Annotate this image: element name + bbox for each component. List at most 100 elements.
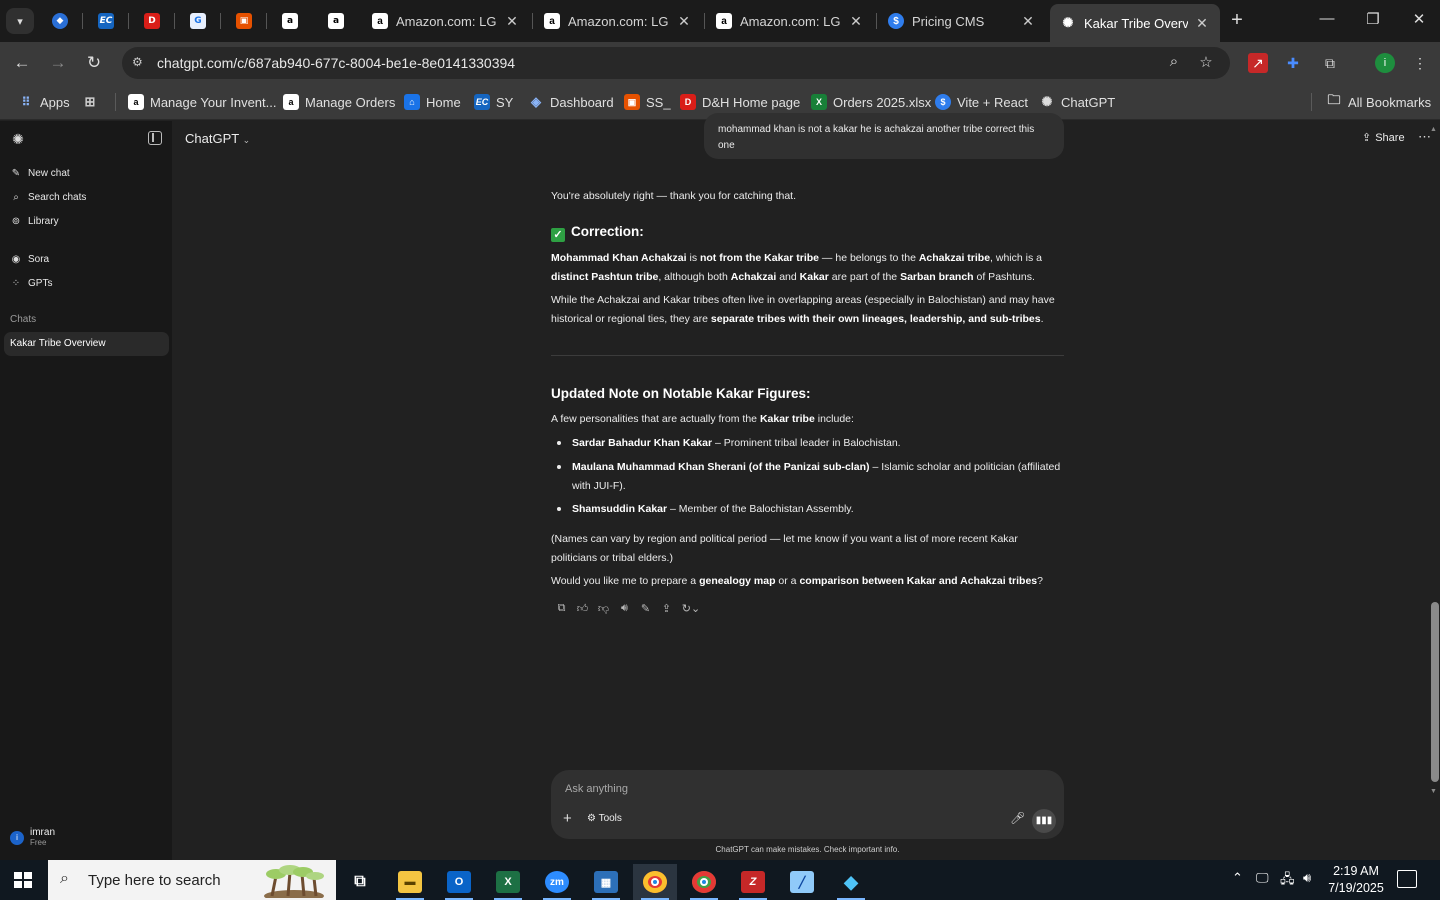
- taskbar-calculator[interactable]: ▦: [584, 864, 628, 900]
- correction-heading-text: Correction:: [571, 224, 644, 239]
- chatgpt-logo-icon[interactable]: ✺: [10, 131, 26, 147]
- pinned-tab-5[interactable]: ▣: [226, 8, 262, 34]
- browser-tab[interactable]: a Amazon.com: LG 2 ✕: [362, 6, 530, 36]
- bookmark-dh-home[interactable]: D D&H Home page: [680, 93, 800, 111]
- close-tab-icon[interactable]: ✕: [1194, 15, 1210, 32]
- thumbs-down-icon[interactable]: 👎︎: [593, 602, 614, 618]
- bookmark-star-icon[interactable]: ☆: [1196, 53, 1216, 73]
- thumbs-up-icon[interactable]: 👍︎: [572, 602, 593, 618]
- taskbar-zoom[interactable]: zm: [535, 864, 579, 900]
- browser-tab-active[interactable]: ✺ Kakar Tribe Overvie ✕: [1050, 4, 1220, 42]
- volume-icon[interactable]: 🔊︎: [1303, 870, 1311, 886]
- close-tab-icon[interactable]: ✕: [1020, 13, 1036, 30]
- taskbar-chrome-2[interactable]: [682, 864, 726, 900]
- browser-tab[interactable]: a Amazon.com: LG 1 ✕: [534, 6, 702, 36]
- edit-in-canvas-icon[interactable]: ✎: [635, 602, 656, 618]
- browser-tab[interactable]: $ Pricing CMS ✕: [878, 6, 1046, 36]
- url-text[interactable]: chatgpt.com/c/687ab940-677c-8004-be1e-8e…: [157, 55, 515, 71]
- bookmark-dashboard[interactable]: ◈ Dashboard: [528, 93, 614, 111]
- tab-groups-button[interactable]: ⊞: [82, 93, 104, 111]
- close-tab-icon[interactable]: ✕: [848, 13, 864, 30]
- tools-button[interactable]: ⚙ Tools: [587, 813, 622, 824]
- bookmark-manage-inventory[interactable]: a Manage Your Invent...: [128, 93, 276, 111]
- forward-button[interactable]: →: [46, 52, 70, 74]
- bookmark-orders-2025[interactable]: X Orders 2025.xlsx: [811, 93, 931, 111]
- taskbar-chrome-active[interactable]: [633, 864, 677, 900]
- pinned-tab-3[interactable]: D: [134, 8, 170, 34]
- pinned-tab-1[interactable]: ◆: [42, 8, 78, 34]
- address-bar[interactable]: ⚙ chatgpt.com/c/687ab940-677c-8004-be1e-…: [122, 47, 1230, 79]
- close-window-button[interactable]: ✕: [1404, 10, 1434, 32]
- extensions-puzzle-icon[interactable]: ⧉: [1320, 53, 1340, 73]
- bookmark-home[interactable]: ⌂ Home: [404, 93, 461, 111]
- taskbar-search[interactable]: ⌕ Type here to search: [48, 860, 336, 900]
- sidebar-chat-item[interactable]: Kakar Tribe Overview: [4, 332, 169, 356]
- sidebar-item-sora[interactable]: ◉ Sora: [10, 251, 50, 267]
- pinned-tab-2[interactable]: EC: [88, 8, 124, 34]
- taskbar-excel[interactable]: X: [486, 864, 530, 900]
- user-account-button[interactable]: i imran Free: [10, 827, 55, 848]
- amazon-icon: a: [544, 13, 560, 29]
- task-view-button[interactable]: ⧉: [338, 864, 382, 900]
- site-info-icon[interactable]: ⚙: [132, 55, 148, 71]
- all-bookmarks-button[interactable]: 🗀 All Bookmarks: [1326, 92, 1431, 111]
- browser-tab[interactable]: a Amazon.com: LG 1 ✕: [706, 6, 874, 36]
- extension-icon[interactable]: ✚: [1283, 53, 1303, 73]
- copy-icon[interactable]: ⧉: [551, 602, 572, 618]
- notification-center-icon[interactable]: [1397, 870, 1417, 888]
- bookmark-ss[interactable]: ▣ SS_: [624, 93, 671, 111]
- sidebar-item-search-chats[interactable]: ⌕ Search chats: [10, 189, 86, 205]
- sidebar-item-library[interactable]: ⊚ Library: [10, 213, 59, 229]
- sidebar-toggle-icon[interactable]: [148, 131, 162, 145]
- new-tab-button[interactable]: +: [1226, 10, 1248, 32]
- pinned-tab-6[interactable]: a: [272, 8, 308, 34]
- start-button[interactable]: [14, 872, 32, 888]
- close-tab-icon[interactable]: ✕: [676, 13, 692, 30]
- model-selector[interactable]: ChatGPT ⌄: [185, 131, 250, 146]
- app-icon: ◆: [844, 871, 858, 892]
- search-highlight-art-icon: [264, 865, 324, 898]
- pinned-tab-4[interactable]: G: [180, 8, 216, 34]
- minimize-button[interactable]: —: [1312, 10, 1342, 32]
- scroll-down-icon[interactable]: ▼: [1430, 788, 1437, 795]
- close-tab-icon[interactable]: ✕: [504, 13, 520, 30]
- network-icon[interactable]: 🖧: [1280, 870, 1295, 892]
- scrollbar-thumb[interactable]: [1431, 602, 1439, 782]
- bookmark-apps[interactable]: ⠿ Apps: [18, 93, 70, 111]
- taskbar-app[interactable]: ╱: [780, 864, 824, 900]
- add-attachment-icon[interactable]: +: [563, 810, 572, 827]
- bookmark-label: ChatGPT: [1061, 94, 1116, 110]
- extension-icon[interactable]: ↗: [1248, 53, 1268, 73]
- bookmark-chatgpt[interactable]: ✺ ChatGPT: [1039, 93, 1116, 111]
- bookmark-manage-orders[interactable]: a Manage Orders: [283, 93, 395, 111]
- microphone-icon[interactable]: 🎤︎: [1010, 811, 1025, 825]
- bookmark-sy[interactable]: EC SY: [474, 93, 513, 111]
- restore-button[interactable]: ❐: [1358, 10, 1388, 32]
- taskbar-filezilla[interactable]: Z: [731, 864, 775, 900]
- back-button[interactable]: ←: [10, 52, 34, 74]
- figure-desc: – Prominent tribal leader in Balochistan…: [712, 437, 901, 449]
- security-icon[interactable]: 🖵: [1256, 870, 1269, 886]
- browser-menu-icon[interactable]: ⋮: [1410, 53, 1430, 73]
- regenerate-icon[interactable]: ↻⌄: [677, 602, 705, 618]
- reload-button[interactable]: ↻: [82, 52, 106, 74]
- bookmark-vite-react[interactable]: $ Vite + React: [935, 93, 1028, 111]
- voice-mode-button[interactable]: ▮▮▮: [1032, 809, 1056, 833]
- scroll-up-icon[interactable]: ▲: [1430, 126, 1437, 133]
- pinned-tab-7[interactable]: a: [318, 8, 354, 34]
- taskbar-outlook[interactable]: O: [437, 864, 481, 900]
- scrollbar[interactable]: ▲ ▼: [1428, 126, 1440, 798]
- share-icon[interactable]: ⇪: [656, 602, 677, 618]
- prompt-input[interactable]: [565, 780, 985, 798]
- zoom-icon[interactable]: ⌕: [1164, 53, 1184, 73]
- system-clock[interactable]: 2:19 AM 7/19/2025: [1326, 863, 1386, 897]
- read-aloud-icon[interactable]: 🔊︎: [614, 602, 635, 618]
- sidebar-item-new-chat[interactable]: ✎ New chat: [10, 165, 70, 181]
- sidebar-item-gpts[interactable]: ⁘ GPTs: [10, 275, 53, 291]
- profile-avatar[interactable]: i: [1375, 53, 1395, 73]
- taskbar-app-diamond[interactable]: ◆: [829, 864, 873, 900]
- tab-search-button[interactable]: ▾: [6, 8, 34, 34]
- share-button[interactable]: ⇪ Share: [1362, 131, 1405, 145]
- taskbar-file-explorer[interactable]: ▬: [388, 864, 432, 900]
- show-hidden-icons[interactable]: ⌃: [1232, 870, 1243, 886]
